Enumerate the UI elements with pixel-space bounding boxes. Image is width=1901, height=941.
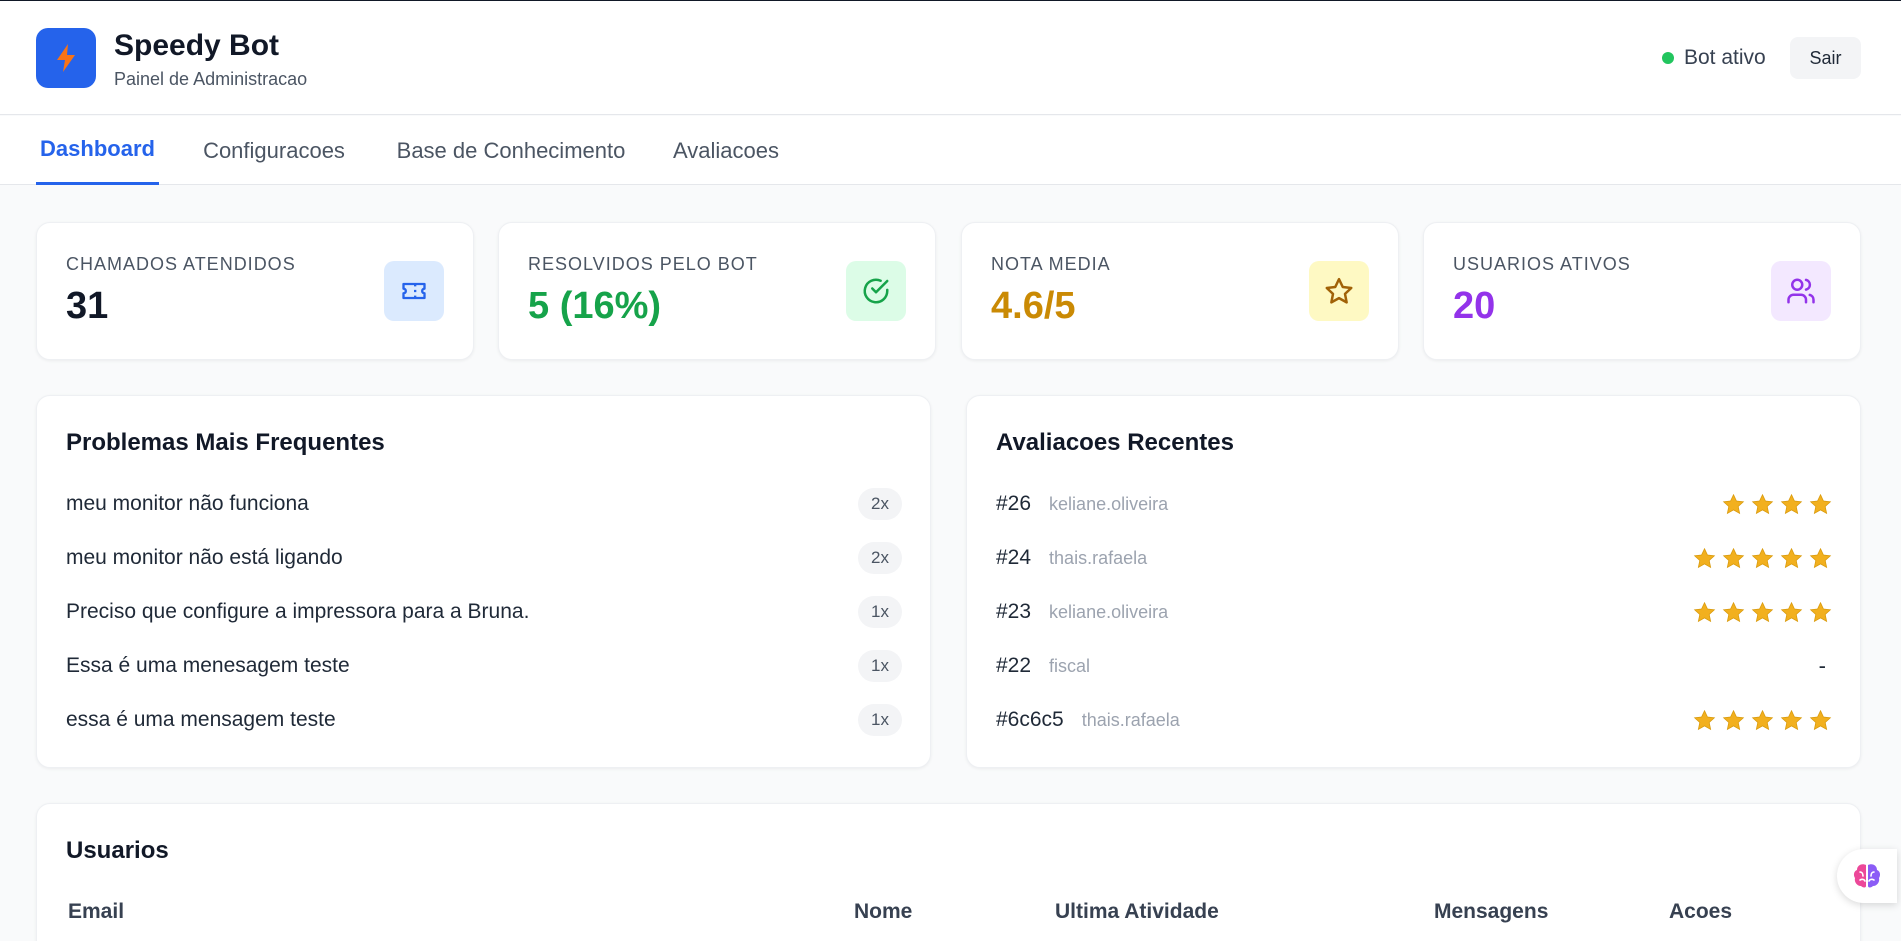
star-icon	[1809, 547, 1832, 568]
column-header-acoes[interactable]: Acoes	[1669, 900, 1732, 924]
rating-stars	[1693, 709, 1832, 732]
review-user: thais.rafaela	[1049, 548, 1148, 568]
star-icon	[1780, 493, 1803, 514]
bot-status: Bot ativo	[1662, 46, 1766, 70]
problem-text: meu monitor não está ligando	[66, 546, 343, 569]
column-header-email[interactable]: Email	[68, 900, 124, 924]
tab-base-de-conhecimento[interactable]: Base de Conhecimento	[393, 116, 629, 185]
check-circle-icon	[846, 261, 906, 321]
star-icon	[1780, 547, 1803, 568]
problem-text: Preciso que configure a impressora para …	[66, 600, 530, 623]
review-id: #24	[996, 546, 1032, 569]
star-icon	[1780, 709, 1803, 730]
stat-label: USUARIOS ATIVOS	[1453, 254, 1631, 274]
review-user: fiscal	[1049, 656, 1091, 676]
review-id: #6c6c5	[996, 708, 1064, 731]
app-logo	[36, 28, 96, 88]
star-icon	[1751, 493, 1774, 514]
count-badge: 1x	[858, 704, 902, 736]
app-header: Speedy Bot Painel de Administracao Bot a…	[0, 1, 1901, 115]
ticket-icon	[384, 261, 444, 321]
main-tabs: Dashboard Configuracoes Base de Conhecim…	[0, 116, 1901, 185]
column-header-ultima-atividade[interactable]: Ultima Atividade	[1055, 900, 1219, 924]
assistant-launcher-button[interactable]	[1837, 849, 1897, 903]
star-icon	[1809, 601, 1832, 622]
review-id: #26	[996, 492, 1032, 515]
star-icon	[1693, 547, 1716, 568]
stat-card-resolvidos: RESOLVIDOS PELO BOT 5 (16%)	[498, 222, 936, 360]
rating-stars	[1722, 493, 1832, 516]
users-panel: Usuarios Email Nome Ultima Atividade Men…	[36, 803, 1861, 941]
stat-value: 31	[66, 285, 109, 327]
stat-value: 4.6/5	[991, 285, 1076, 327]
rating-stars: -	[1819, 653, 1832, 679]
list-item[interactable]: meu monitor não está ligando 2x	[66, 538, 902, 578]
star-icon	[1751, 601, 1774, 622]
bot-status-label: Bot ativo	[1684, 46, 1766, 69]
list-item[interactable]: Preciso que configure a impressora para …	[66, 592, 902, 632]
tab-dashboard[interactable]: Dashboard	[36, 116, 159, 185]
count-badge: 1x	[858, 596, 902, 628]
count-badge: 2x	[858, 542, 902, 574]
star-icon	[1722, 601, 1745, 622]
rating-stars	[1693, 547, 1832, 570]
recent-reviews-panel: Avaliacoes Recentes #26 keliane.oliveira…	[966, 395, 1861, 768]
list-item[interactable]: Essa é uma menesagem teste 1x	[66, 646, 902, 686]
star-icon	[1722, 709, 1745, 730]
star-icon	[1722, 493, 1745, 514]
column-header-mensagens[interactable]: Mensagens	[1434, 900, 1548, 924]
logout-button[interactable]: Sair	[1790, 37, 1861, 79]
panel-title: Problemas Mais Frequentes	[66, 429, 385, 456]
star-icon	[1780, 601, 1803, 622]
stat-label: NOTA MEDIA	[991, 254, 1111, 274]
list-item[interactable]: essa é uma mensagem teste 1x	[66, 700, 902, 740]
star-icon	[1309, 261, 1369, 321]
review-user: thais.rafaela	[1081, 710, 1180, 730]
stat-card-chamados: CHAMADOS ATENDIDOS 31	[36, 222, 474, 360]
problem-text: meu monitor não funciona	[66, 492, 309, 515]
star-icon	[1809, 709, 1832, 730]
review-user: keliane.oliveira	[1049, 494, 1169, 514]
star-icon	[1751, 709, 1774, 730]
column-header-nome[interactable]: Nome	[854, 900, 912, 924]
no-rating-dash: -	[1818, 653, 1826, 678]
stat-card-usuarios: USUARIOS ATIVOS 20	[1423, 222, 1861, 360]
rating-stars	[1693, 601, 1832, 624]
panel-title: Usuarios	[66, 837, 169, 864]
review-id: #23	[996, 600, 1032, 623]
panel-title: Avaliacoes Recentes	[996, 429, 1234, 456]
app-title: Speedy Bot	[114, 29, 280, 62]
stat-card-nota: NOTA MEDIA 4.6/5	[961, 222, 1399, 360]
count-badge: 2x	[858, 488, 902, 520]
review-row[interactable]: #23 keliane.oliveira	[996, 592, 1832, 632]
review-row[interactable]: #6c6c5 thais.rafaela	[996, 700, 1832, 740]
count-badge: 1x	[858, 650, 902, 682]
app-subtitle: Painel de Administracao	[114, 69, 308, 89]
star-icon	[1693, 709, 1716, 730]
review-id: #22	[996, 654, 1032, 677]
lightning-icon	[57, 44, 75, 72]
brain-icon	[1853, 864, 1881, 888]
stat-label: CHAMADOS ATENDIDOS	[66, 254, 296, 274]
star-icon	[1809, 493, 1832, 514]
star-icon	[1693, 601, 1716, 622]
review-row[interactable]: #24 thais.rafaela	[996, 538, 1832, 578]
star-icon	[1751, 547, 1774, 568]
problem-text: Essa é uma menesagem teste	[66, 654, 350, 677]
frequent-problems-panel: Problemas Mais Frequentes meu monitor nã…	[36, 395, 931, 768]
star-icon	[1722, 547, 1745, 568]
users-icon	[1771, 261, 1831, 321]
problem-text: essa é uma mensagem teste	[66, 708, 336, 731]
review-row[interactable]: #26 keliane.oliveira	[996, 484, 1832, 524]
status-dot-icon	[1662, 52, 1674, 64]
list-item[interactable]: meu monitor não funciona 2x	[66, 484, 902, 524]
tab-configuracoes[interactable]: Configuracoes	[198, 116, 350, 185]
tab-avaliacoes[interactable]: Avaliacoes	[672, 116, 780, 185]
review-row[interactable]: #22 fiscal -	[996, 646, 1832, 686]
stat-value: 5 (16%)	[528, 285, 662, 327]
review-user: keliane.oliveira	[1049, 602, 1169, 622]
stat-value: 20	[1453, 285, 1496, 327]
stat-label: RESOLVIDOS PELO BOT	[528, 254, 758, 274]
